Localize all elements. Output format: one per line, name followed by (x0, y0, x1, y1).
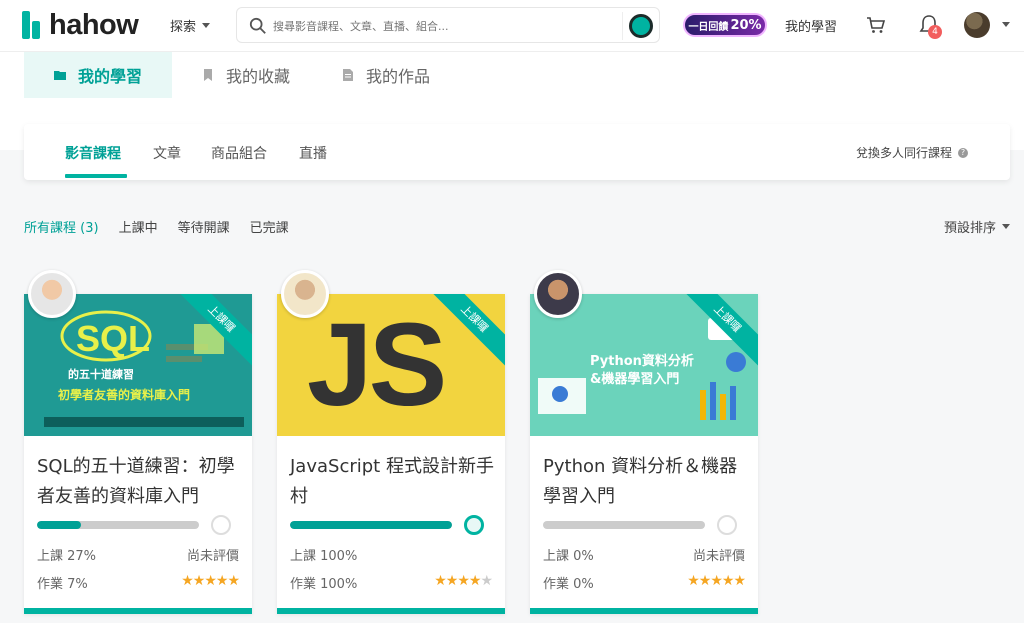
chevron-down-icon (1002, 224, 1010, 229)
hahow-logo[interactable]: hahow (22, 9, 139, 41)
document-icon (343, 69, 354, 81)
homework-progress-label: 作業 7% (37, 577, 88, 592)
tab-my-favorites[interactable]: 我的收藏 (180, 52, 312, 98)
tab-label: 我的學習 (78, 67, 143, 86)
thumb-line-1: 的五十道練習 (68, 368, 134, 381)
rating-status-label: 尚未評價 (692, 549, 745, 564)
course-title[interactable]: SQL的五十道練習：初學者友善的資料庫入門 (37, 452, 242, 512)
course-progress-bar (37, 521, 199, 529)
course-title[interactable]: JavaScript 程式設計新手村 (290, 452, 495, 512)
folder-icon (54, 71, 66, 80)
redeem-group-course-link[interactable]: 兌換多人同行課程 ? (856, 144, 968, 161)
sort-label: 預設排序 (943, 221, 996, 236)
user-avatar[interactable] (964, 12, 990, 38)
tab-label: 我的收藏 (226, 67, 291, 86)
bookmark-icon (204, 69, 212, 81)
search-input[interactable] (273, 16, 613, 36)
logo-mark-icon (22, 11, 44, 39)
redeem-label: 兌換多人同行課程 (855, 146, 952, 160)
completion-medal-icon (211, 515, 231, 535)
help-icon[interactable]: ? (958, 147, 968, 158)
progress-fill (37, 521, 81, 529)
lesson-progress-label: 上課 0% (543, 549, 594, 564)
lesson-progress-label: 上課 100% (290, 549, 358, 564)
completion-medal-icon (464, 515, 484, 535)
filter-in-progress[interactable]: 上課中 (119, 217, 158, 236)
my-space-tabs: 我的學習 我的收藏 我的作品 (24, 52, 460, 98)
promo-value: 20% (730, 17, 762, 33)
active-tab-underline (65, 174, 127, 178)
filter-all-courses[interactable]: 所有課程 (3) (24, 217, 99, 236)
completion-medal-icon (717, 515, 737, 535)
card-accent-bar (277, 608, 505, 614)
sort-dropdown[interactable]: 預設排序 (944, 217, 1010, 236)
tab-articles[interactable]: 文章 (153, 143, 181, 163)
chevron-down-icon (202, 23, 211, 28)
thumb-main-text: JS (307, 299, 447, 431)
progress-fill (290, 521, 452, 529)
promo-badge[interactable]: 一日回饋 20% (683, 13, 767, 37)
course-title[interactable]: Python 資料分析＆機器學習入門 (543, 452, 748, 512)
course-progress-bar (543, 521, 705, 529)
tab-live[interactable]: 直播 (299, 143, 327, 163)
search-bar[interactable] (236, 7, 660, 43)
rating-stars[interactable]: ★★★★★ (687, 573, 746, 589)
rating-stars[interactable]: ★★★★★ (181, 573, 240, 589)
tab-my-learning[interactable]: 我的學習 (24, 52, 172, 98)
rating-stars[interactable]: ★★★★★ (434, 573, 493, 589)
homework-progress-label: 作業 100% (290, 577, 358, 592)
tab-video-courses[interactable]: 影音課程 (65, 143, 121, 163)
search-divider (622, 12, 623, 40)
rating-status-label: 尚未評價 (186, 549, 239, 564)
card-accent-bar (24, 608, 252, 614)
filter-completed[interactable]: 已完課 (250, 217, 289, 236)
top-navigation-bar: hahow 探索 一日回饋 20% 我的學習 4 (0, 0, 1024, 52)
lesson-progress-label: 上課 27% (37, 549, 97, 564)
my-learning-link[interactable]: 我的學習 (785, 16, 837, 35)
instructor-avatar (281, 270, 329, 318)
filter-awaiting-start[interactable]: 等待開課 (178, 217, 230, 236)
promo-label: 一日回饋 (688, 21, 729, 33)
notification-count-badge: 4 (928, 25, 942, 39)
tab-bundles[interactable]: 商品組合 (211, 143, 267, 163)
tab-my-works[interactable]: 我的作品 (320, 52, 452, 98)
instructor-avatar (28, 270, 76, 318)
course-card[interactable]: JS 上課囉 JavaScript 程式設計新手村 上課 100% 作業 100… (277, 270, 505, 614)
explore-menu[interactable]: 探索 (170, 16, 211, 35)
thumb-line-2: &機器學習入門 (590, 372, 680, 387)
tab-label: 我的作品 (366, 67, 431, 86)
course-card[interactable]: SQL 的五十道練習 初學者友善的資料庫入門 上課囉 SQL的五十道練習：初學者… (24, 270, 252, 614)
course-card[interactable]: Python資料分析 &機器學習入門 上課囉 Python 資料分析＆機器學習入… (530, 270, 758, 614)
content-type-bar: 影音課程 文章 商品組合 直播 兌換多人同行課程 ? (24, 124, 1010, 180)
ai-search-icon[interactable] (629, 14, 653, 38)
explore-label: 探索 (170, 20, 197, 35)
thumb-line-2: 初學者友善的資料庫入門 (58, 388, 191, 402)
thumb-line-1: Python資料分析 (590, 354, 694, 369)
instructor-avatar (534, 270, 582, 318)
search-icon (249, 17, 266, 34)
course-status-filters: 所有課程 (3) 上課中 等待開課 已完課 (24, 217, 309, 236)
course-progress-bar (290, 521, 452, 529)
cart-icon[interactable] (866, 15, 886, 35)
chevron-down-icon[interactable] (1002, 22, 1010, 27)
thumb-main-text: SQL (76, 318, 151, 359)
card-accent-bar (530, 608, 758, 614)
logo-text: hahow (49, 9, 139, 41)
homework-progress-label: 作業 0% (543, 577, 594, 592)
